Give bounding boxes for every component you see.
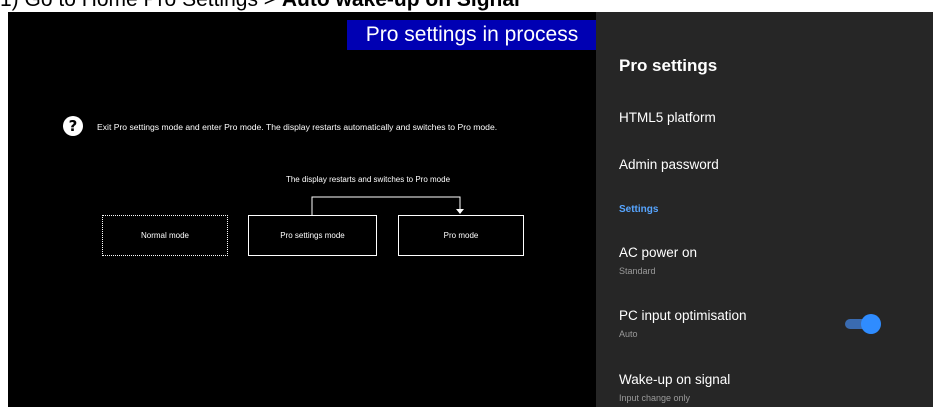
menu-item-label: AC power on	[619, 245, 698, 260]
toggle-knob	[861, 314, 881, 334]
menu-item-html5-platform[interactable]: HTML5 platform	[619, 110, 716, 125]
menu-item-label: Admin password	[619, 157, 719, 172]
menu-item-value: Auto	[619, 329, 638, 339]
mode-box-pro: Pro mode	[398, 215, 524, 256]
menu-item-wake-up-on-signal[interactable]: Wake-up on signal Input change only	[619, 372, 730, 403]
menu-item-admin-password[interactable]: Admin password	[619, 157, 719, 172]
pro-settings-panel: Pro settings HTML5 platform Admin passwo…	[596, 12, 933, 407]
menu-item-pc-input-optimisation[interactable]: PC input optimisation Auto	[619, 308, 747, 339]
menu-item-value: Standard	[619, 266, 656, 276]
flow-arrow	[311, 196, 464, 215]
caption-bold: Auto wake-up on Signal	[282, 0, 520, 11]
tv-screen: ? Exit Pro settings mode and enter Pro m…	[8, 12, 933, 407]
main-pane: ? Exit Pro settings mode and enter Pro m…	[8, 12, 598, 407]
mode-box-normal: Normal mode	[102, 215, 228, 256]
pc-input-toggle[interactable]	[845, 314, 881, 334]
process-banner: Pro settings in process	[347, 20, 597, 50]
instruction-caption: 1) Go to Home Pro Settings > Auto wake-u…	[0, 0, 935, 12]
menu-item-ac-power-on[interactable]: AC power on Standard	[619, 245, 697, 276]
panel-title: Pro settings	[619, 56, 718, 75]
mode-label-normal: Normal mode	[140, 231, 189, 240]
menu-item-label: PC input optimisation	[619, 308, 747, 323]
mode-label-pro-settings: Pro settings mode	[280, 231, 345, 240]
mode-box-pro-settings: Pro settings mode	[248, 215, 377, 256]
menu-item-label: HTML5 platform	[619, 110, 716, 125]
caption-prefix: 1) Go to Home Pro Settings >	[0, 0, 282, 11]
mode-label-pro: Pro mode	[443, 231, 479, 240]
menu-item-value: Input change only	[619, 393, 691, 403]
menu-item-label: Wake-up on signal	[619, 372, 731, 387]
section-header-settings: Settings	[619, 204, 659, 215]
